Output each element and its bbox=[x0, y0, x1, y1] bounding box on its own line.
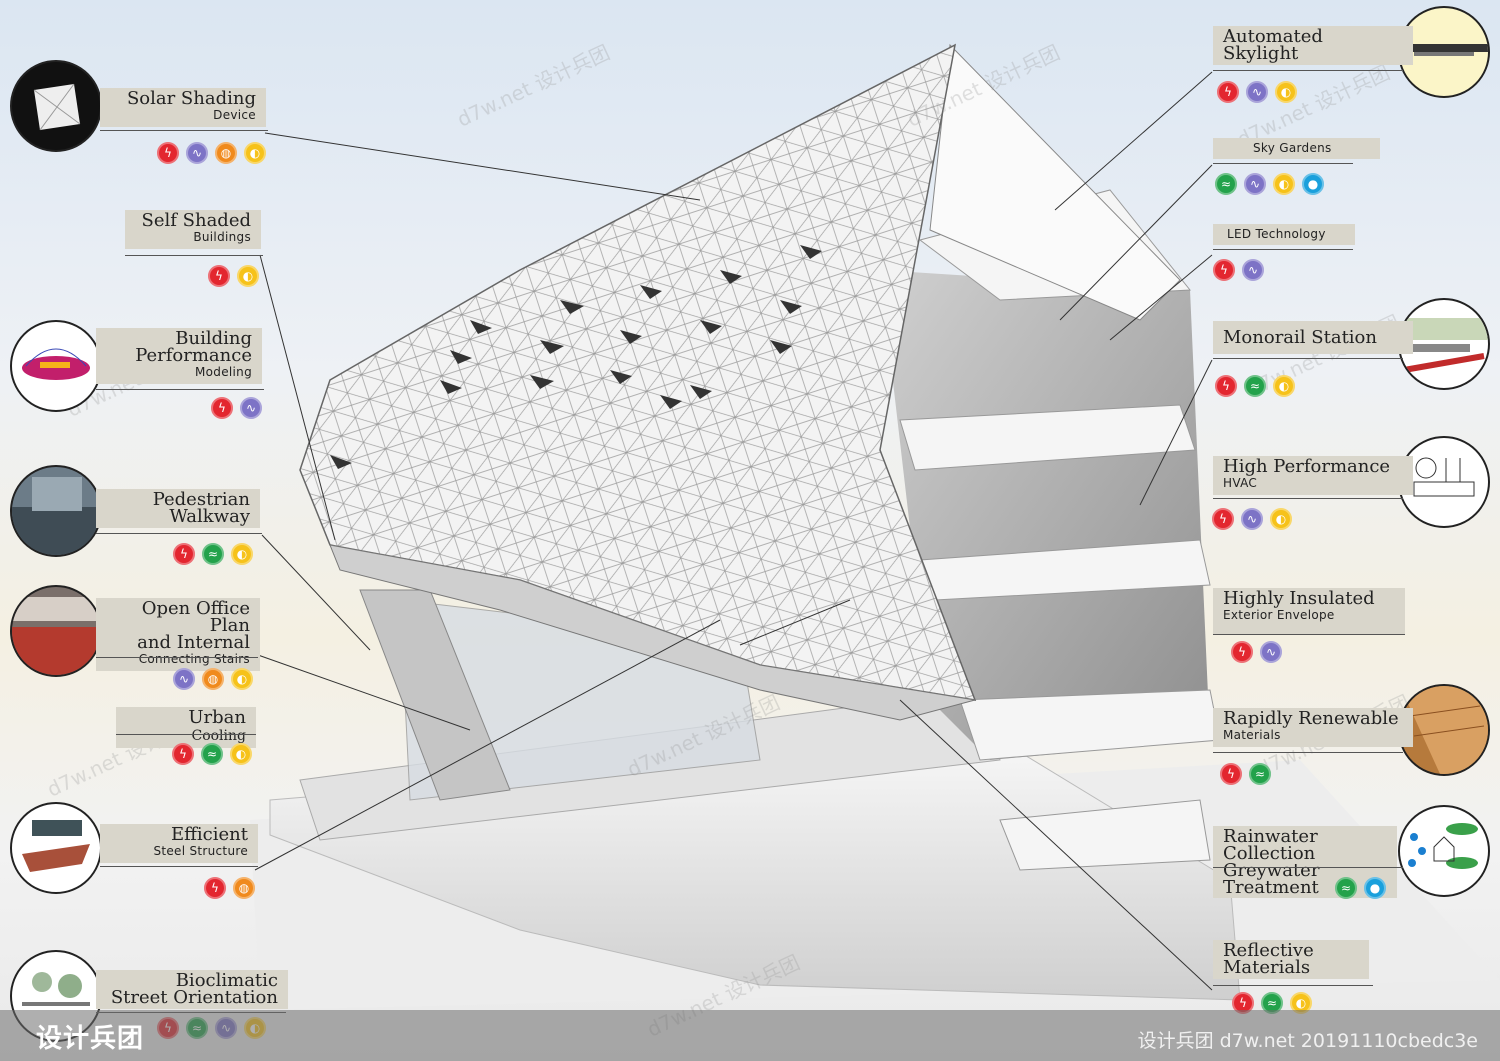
lightning-icon: ϟ bbox=[1213, 259, 1235, 281]
building-performance-thumbnail bbox=[10, 320, 102, 412]
icons-highly-insulated: ϟ ∿ bbox=[1231, 641, 1282, 663]
icons-pedestrian-walkway: ϟ ≈ ◐ bbox=[173, 543, 253, 565]
label-rapidly-renewable: Rapidly Renewable Materials bbox=[1213, 708, 1413, 747]
lightbulb-icon: ◐ bbox=[230, 743, 252, 765]
label-sky-gardens: Sky Gardens bbox=[1213, 138, 1380, 159]
icons-open-office: ∿ ◍ ◐ bbox=[173, 668, 253, 690]
site-logo: 设计兵团 bbox=[36, 1024, 145, 1054]
diagram-stage: d7w.net 设计兵团 d7w.net 设计兵团 d7w.net 设计兵团 d… bbox=[0, 0, 1500, 1061]
footer-bar: 设计兵团 d7w.net 20191110cbedc3e bbox=[0, 1010, 1500, 1061]
wind-icon: ∿ bbox=[186, 142, 208, 164]
label-solar-shading: Solar Shading Device bbox=[100, 88, 266, 127]
label-urban-cooling: Urban Cooling bbox=[116, 707, 256, 748]
lightning-icon: ϟ bbox=[1220, 763, 1242, 785]
lightbulb-icon: ◐ bbox=[1275, 81, 1297, 103]
lightning-icon: ϟ bbox=[208, 265, 230, 287]
lightning-icon: ϟ bbox=[173, 543, 195, 565]
label-reflective-materials: Reflective Materials bbox=[1213, 940, 1369, 979]
icons-sky-gardens: ≈ ∿ ◐ ● bbox=[1215, 173, 1324, 195]
icons-building-performance: ϟ ∿ bbox=[211, 397, 262, 419]
label-bioclimatic: Bioclimatic Street Orientation bbox=[96, 970, 288, 1009]
lightbulb-icon: ◐ bbox=[231, 543, 253, 565]
lightning-icon: ϟ bbox=[1212, 508, 1234, 530]
label-open-office: Open Office Plan and Internal Connecting S… bbox=[96, 598, 260, 671]
material-icon: ◍ bbox=[233, 877, 255, 899]
material-icon: ◍ bbox=[215, 142, 237, 164]
label-highly-insulated: Highly Insulated Exterior Envelope bbox=[1213, 588, 1405, 634]
solar-shading-thumbnail bbox=[10, 60, 102, 152]
leaf-icon: ≈ bbox=[1249, 763, 1271, 785]
leaf-icon: ≈ bbox=[201, 743, 223, 765]
material-icon: ◍ bbox=[202, 668, 224, 690]
lightbulb-icon: ◐ bbox=[244, 142, 266, 164]
steel-structure-thumbnail bbox=[10, 802, 102, 894]
icons-hvac: ϟ ∿ ◐ bbox=[1212, 508, 1292, 530]
wind-icon: ∿ bbox=[1260, 641, 1282, 663]
lightbulb-icon: ◐ bbox=[1270, 508, 1292, 530]
icons-automated-skylight: ϟ ∿ ◐ bbox=[1217, 81, 1297, 103]
lightning-icon: ϟ bbox=[157, 142, 179, 164]
leaf-icon: ≈ bbox=[1335, 877, 1357, 899]
label-efficient-steel: Efficient Steel Structure bbox=[100, 824, 258, 863]
wind-icon: ∿ bbox=[1241, 508, 1263, 530]
icons-rainwater: ≈ ● bbox=[1335, 877, 1386, 899]
label-monorail-station: Monorail Station bbox=[1213, 321, 1413, 354]
lightning-icon: ϟ bbox=[172, 743, 194, 765]
lightning-icon: ϟ bbox=[1231, 641, 1253, 663]
waterdrop-icon: ● bbox=[1364, 877, 1386, 899]
leaf-icon: ≈ bbox=[1215, 173, 1237, 195]
icons-rapidly-renewable: ϟ ≈ bbox=[1220, 763, 1271, 785]
wind-icon: ∿ bbox=[1246, 81, 1268, 103]
wind-icon: ∿ bbox=[173, 668, 195, 690]
footer-watermark: 设计兵团 d7w.net 20191110cbedc3e bbox=[1137, 1030, 1478, 1052]
icons-monorail-station: ϟ ≈ ◐ bbox=[1215, 375, 1295, 397]
lightning-icon: ϟ bbox=[211, 397, 233, 419]
label-led-technology: LED Technology bbox=[1213, 224, 1355, 245]
lightning-icon: ϟ bbox=[204, 877, 226, 899]
waterdrop-icon: ● bbox=[1302, 173, 1324, 195]
icons-led-technology: ϟ ∿ bbox=[1213, 259, 1264, 281]
rainwater-thumbnail bbox=[1398, 805, 1490, 897]
icons-efficient-steel: ϟ ◍ bbox=[204, 877, 255, 899]
wind-icon: ∿ bbox=[1244, 173, 1266, 195]
cooling-text: Cooling bbox=[191, 728, 246, 744]
label-self-shaded: Self Shaded Buildings bbox=[125, 210, 261, 249]
lightbulb-icon: ◐ bbox=[231, 668, 253, 690]
label-pedestrian-walkway: Pedestrian Walkway bbox=[96, 489, 260, 528]
icons-solar-shading: ϟ ∿ ◍ ◐ bbox=[157, 142, 266, 164]
lightning-icon: ϟ bbox=[1215, 375, 1237, 397]
icons-urban-cooling: ϟ ≈ ◐ bbox=[172, 743, 252, 765]
leaf-icon: ≈ bbox=[1244, 375, 1266, 397]
wind-icon: ∿ bbox=[1242, 259, 1264, 281]
lightning-icon: ϟ bbox=[1217, 81, 1239, 103]
pedestrian-walkway-thumbnail bbox=[10, 465, 102, 557]
leaf-icon: ≈ bbox=[202, 543, 224, 565]
lightbulb-icon: ◐ bbox=[1273, 375, 1295, 397]
label-building-performance: Building Performance Modeling bbox=[96, 328, 262, 384]
open-office-thumbnail bbox=[10, 585, 102, 677]
lightbulb-icon: ◐ bbox=[237, 265, 259, 287]
wind-icon: ∿ bbox=[240, 397, 262, 419]
label-automated-skylight: Automated Skylight bbox=[1213, 26, 1413, 65]
lightbulb-icon: ◐ bbox=[1273, 173, 1295, 195]
urban-text: Urban bbox=[188, 707, 246, 728]
label-hvac: High Performance HVAC bbox=[1213, 456, 1413, 495]
icons-self-shaded: ϟ ◐ bbox=[208, 265, 259, 287]
